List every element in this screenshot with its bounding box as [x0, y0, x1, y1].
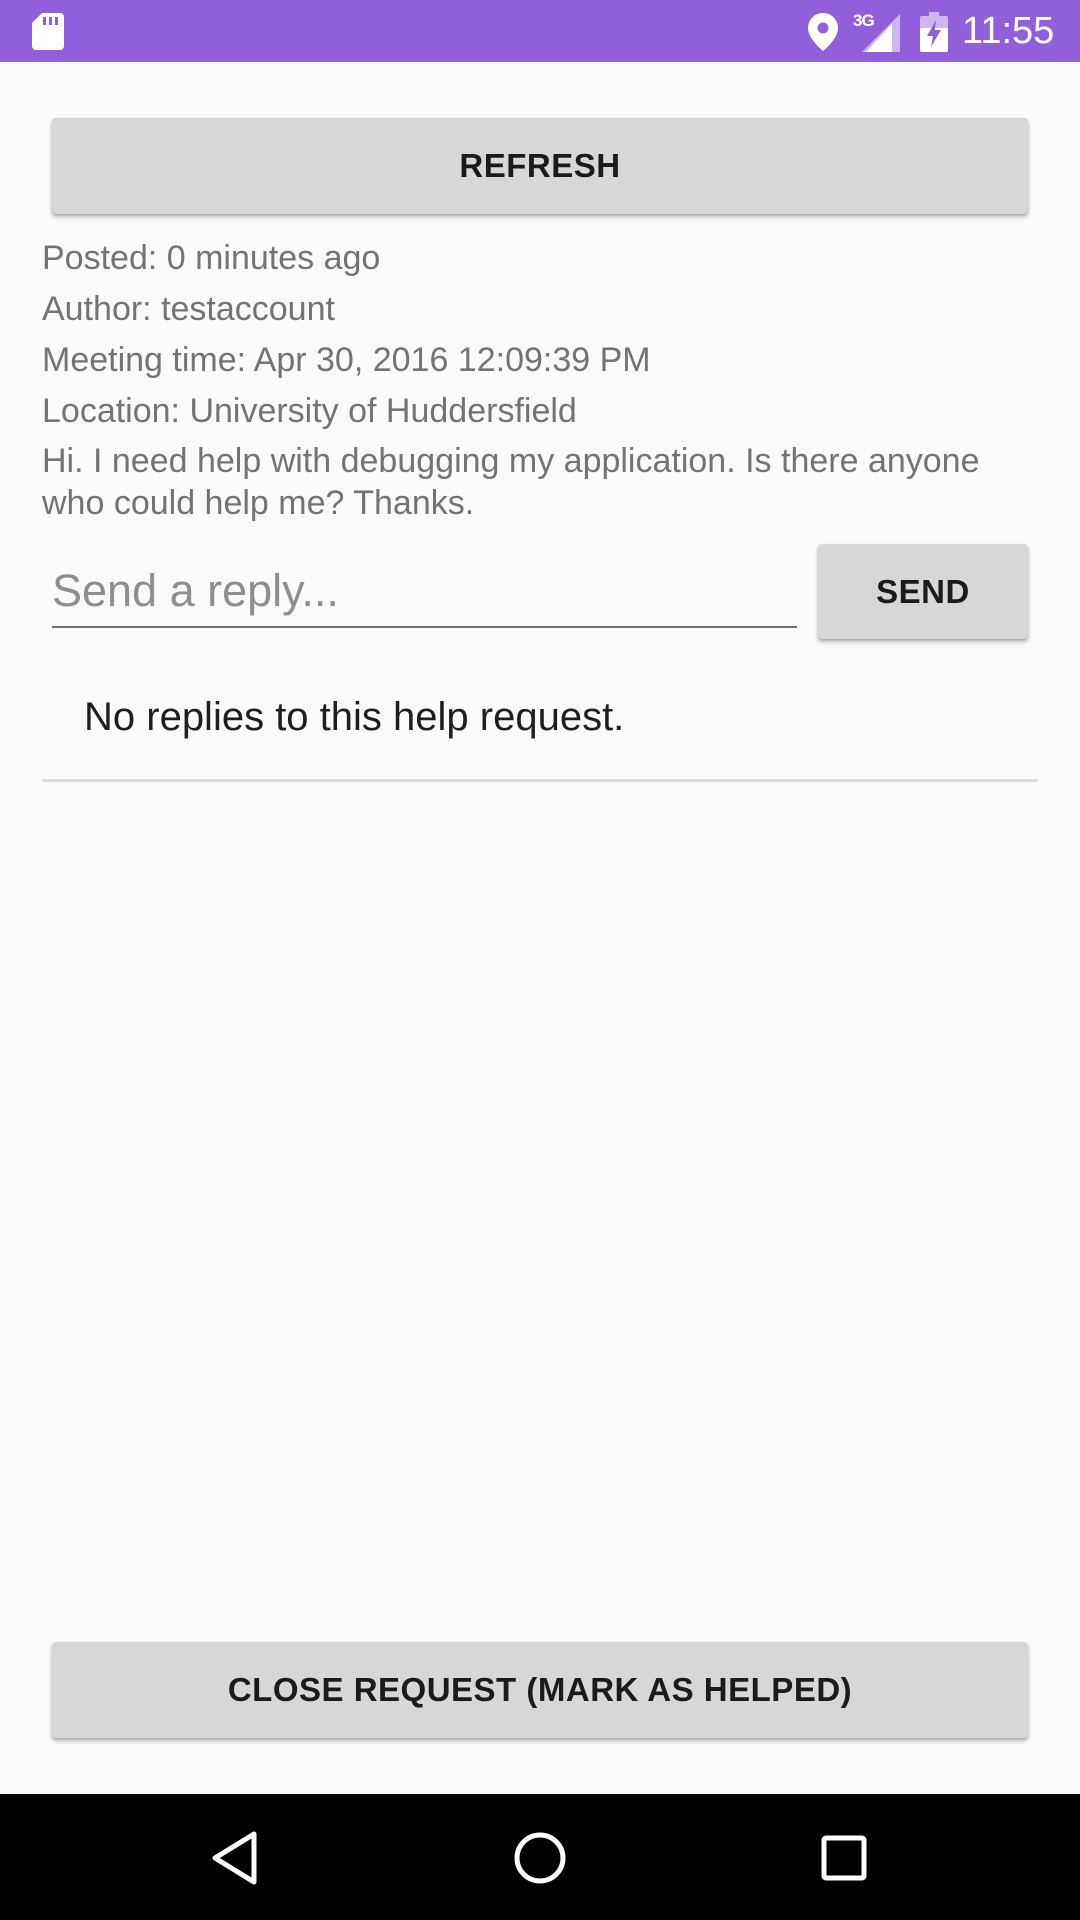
refresh-button[interactable]: REFRESH	[52, 118, 1028, 214]
no-replies-message: No replies to this help request.	[84, 695, 625, 739]
status-bar: 3G 11:55	[0, 0, 1080, 62]
meeting-time-label: Meeting time: Apr 30, 2016 12:09:39 PM	[42, 341, 651, 379]
sd-card-icon	[32, 13, 64, 50]
clock: 11:55	[962, 10, 1055, 52]
network-type-label: 3G	[853, 11, 875, 30]
author-label: Author: testaccount	[42, 290, 335, 328]
back-icon[interactable]	[210, 1830, 260, 1886]
request-message: Hi. I need help with debugging my applic…	[42, 442, 980, 522]
send-button[interactable]: SEND	[818, 544, 1028, 639]
divider	[42, 779, 1038, 782]
battery-charging-icon	[920, 12, 948, 52]
reply-input[interactable]	[52, 556, 797, 628]
location-label: Location: University of Huddersfield	[42, 392, 577, 430]
location-icon	[808, 13, 838, 51]
posted-label: Posted: 0 minutes ago	[42, 239, 381, 277]
close-request-button[interactable]: CLOSE REQUEST (MARK AS HELPED)	[52, 1642, 1028, 1738]
home-icon[interactable]	[512, 1830, 568, 1886]
recent-apps-icon[interactable]	[821, 1835, 867, 1881]
